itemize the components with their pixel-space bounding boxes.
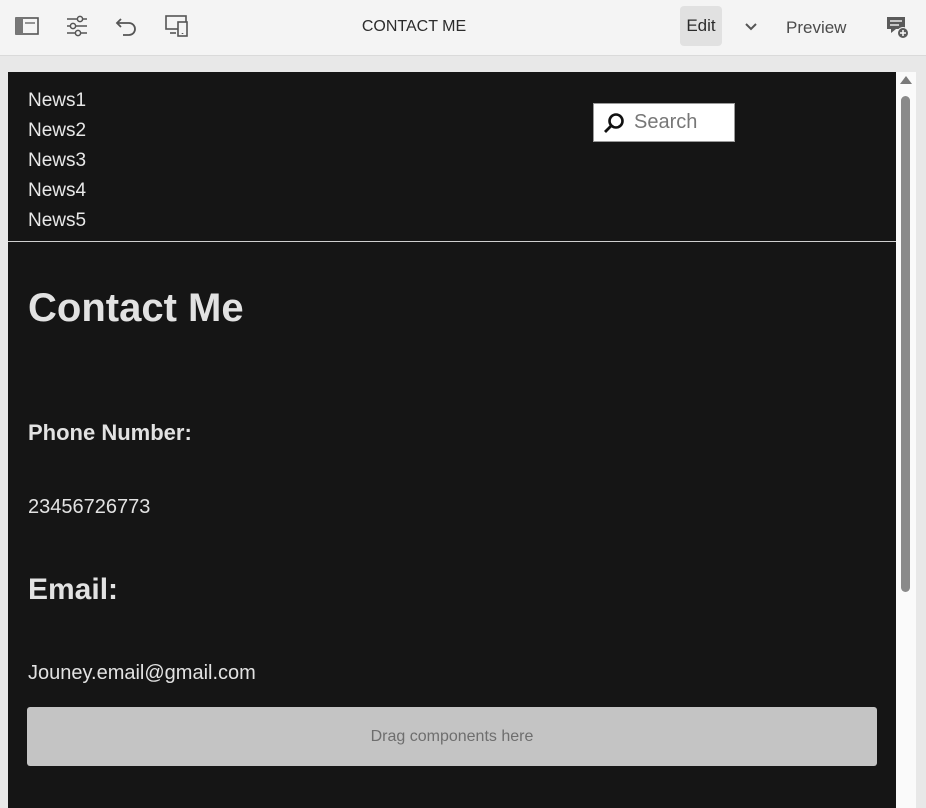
preview-button[interactable]: Preview bbox=[786, 18, 846, 38]
search-input[interactable] bbox=[634, 111, 698, 134]
nav-item-news1[interactable]: News1 bbox=[28, 86, 86, 116]
search-box[interactable] bbox=[593, 103, 735, 142]
editor-toolbar: CONTACT ME Edit Preview bbox=[0, 0, 926, 56]
scroll-up-arrow-icon[interactable] bbox=[900, 76, 912, 84]
side-panel-icon[interactable] bbox=[14, 13, 40, 39]
nav-item-news3[interactable]: News3 bbox=[28, 146, 86, 176]
nav-item-news4[interactable]: News4 bbox=[28, 176, 86, 206]
component-drop-zone[interactable]: Drag components here bbox=[27, 707, 877, 766]
email-value: Jouney.email@gmail.com bbox=[28, 662, 256, 684]
nav-item-news2[interactable]: News2 bbox=[28, 116, 86, 146]
email-label: Email: bbox=[28, 573, 119, 606]
chevron-down-icon[interactable] bbox=[738, 14, 764, 40]
scrollbar[interactable] bbox=[896, 72, 916, 808]
header-divider bbox=[8, 241, 896, 242]
scrollbar-thumb[interactable] bbox=[901, 96, 910, 592]
search-icon bbox=[604, 112, 624, 133]
nav-item-news5[interactable]: News5 bbox=[28, 206, 86, 236]
page-title: CONTACT ME bbox=[361, 18, 467, 35]
phone-label: Phone Number: bbox=[28, 420, 192, 445]
contact-heading: Contact Me bbox=[28, 286, 244, 330]
edit-mode-button[interactable]: Edit bbox=[680, 6, 722, 46]
undo-icon[interactable] bbox=[114, 13, 140, 39]
news-navigation: News1 News2 News3 News4 News5 bbox=[28, 86, 86, 236]
phone-value: 23456726773 bbox=[28, 496, 151, 518]
annotations-icon[interactable] bbox=[884, 14, 910, 40]
page-canvas: News1 News2 News3 News4 News5 Contact Me… bbox=[8, 72, 896, 808]
emulator-icon[interactable] bbox=[164, 13, 190, 39]
page-properties-icon[interactable] bbox=[64, 13, 90, 39]
